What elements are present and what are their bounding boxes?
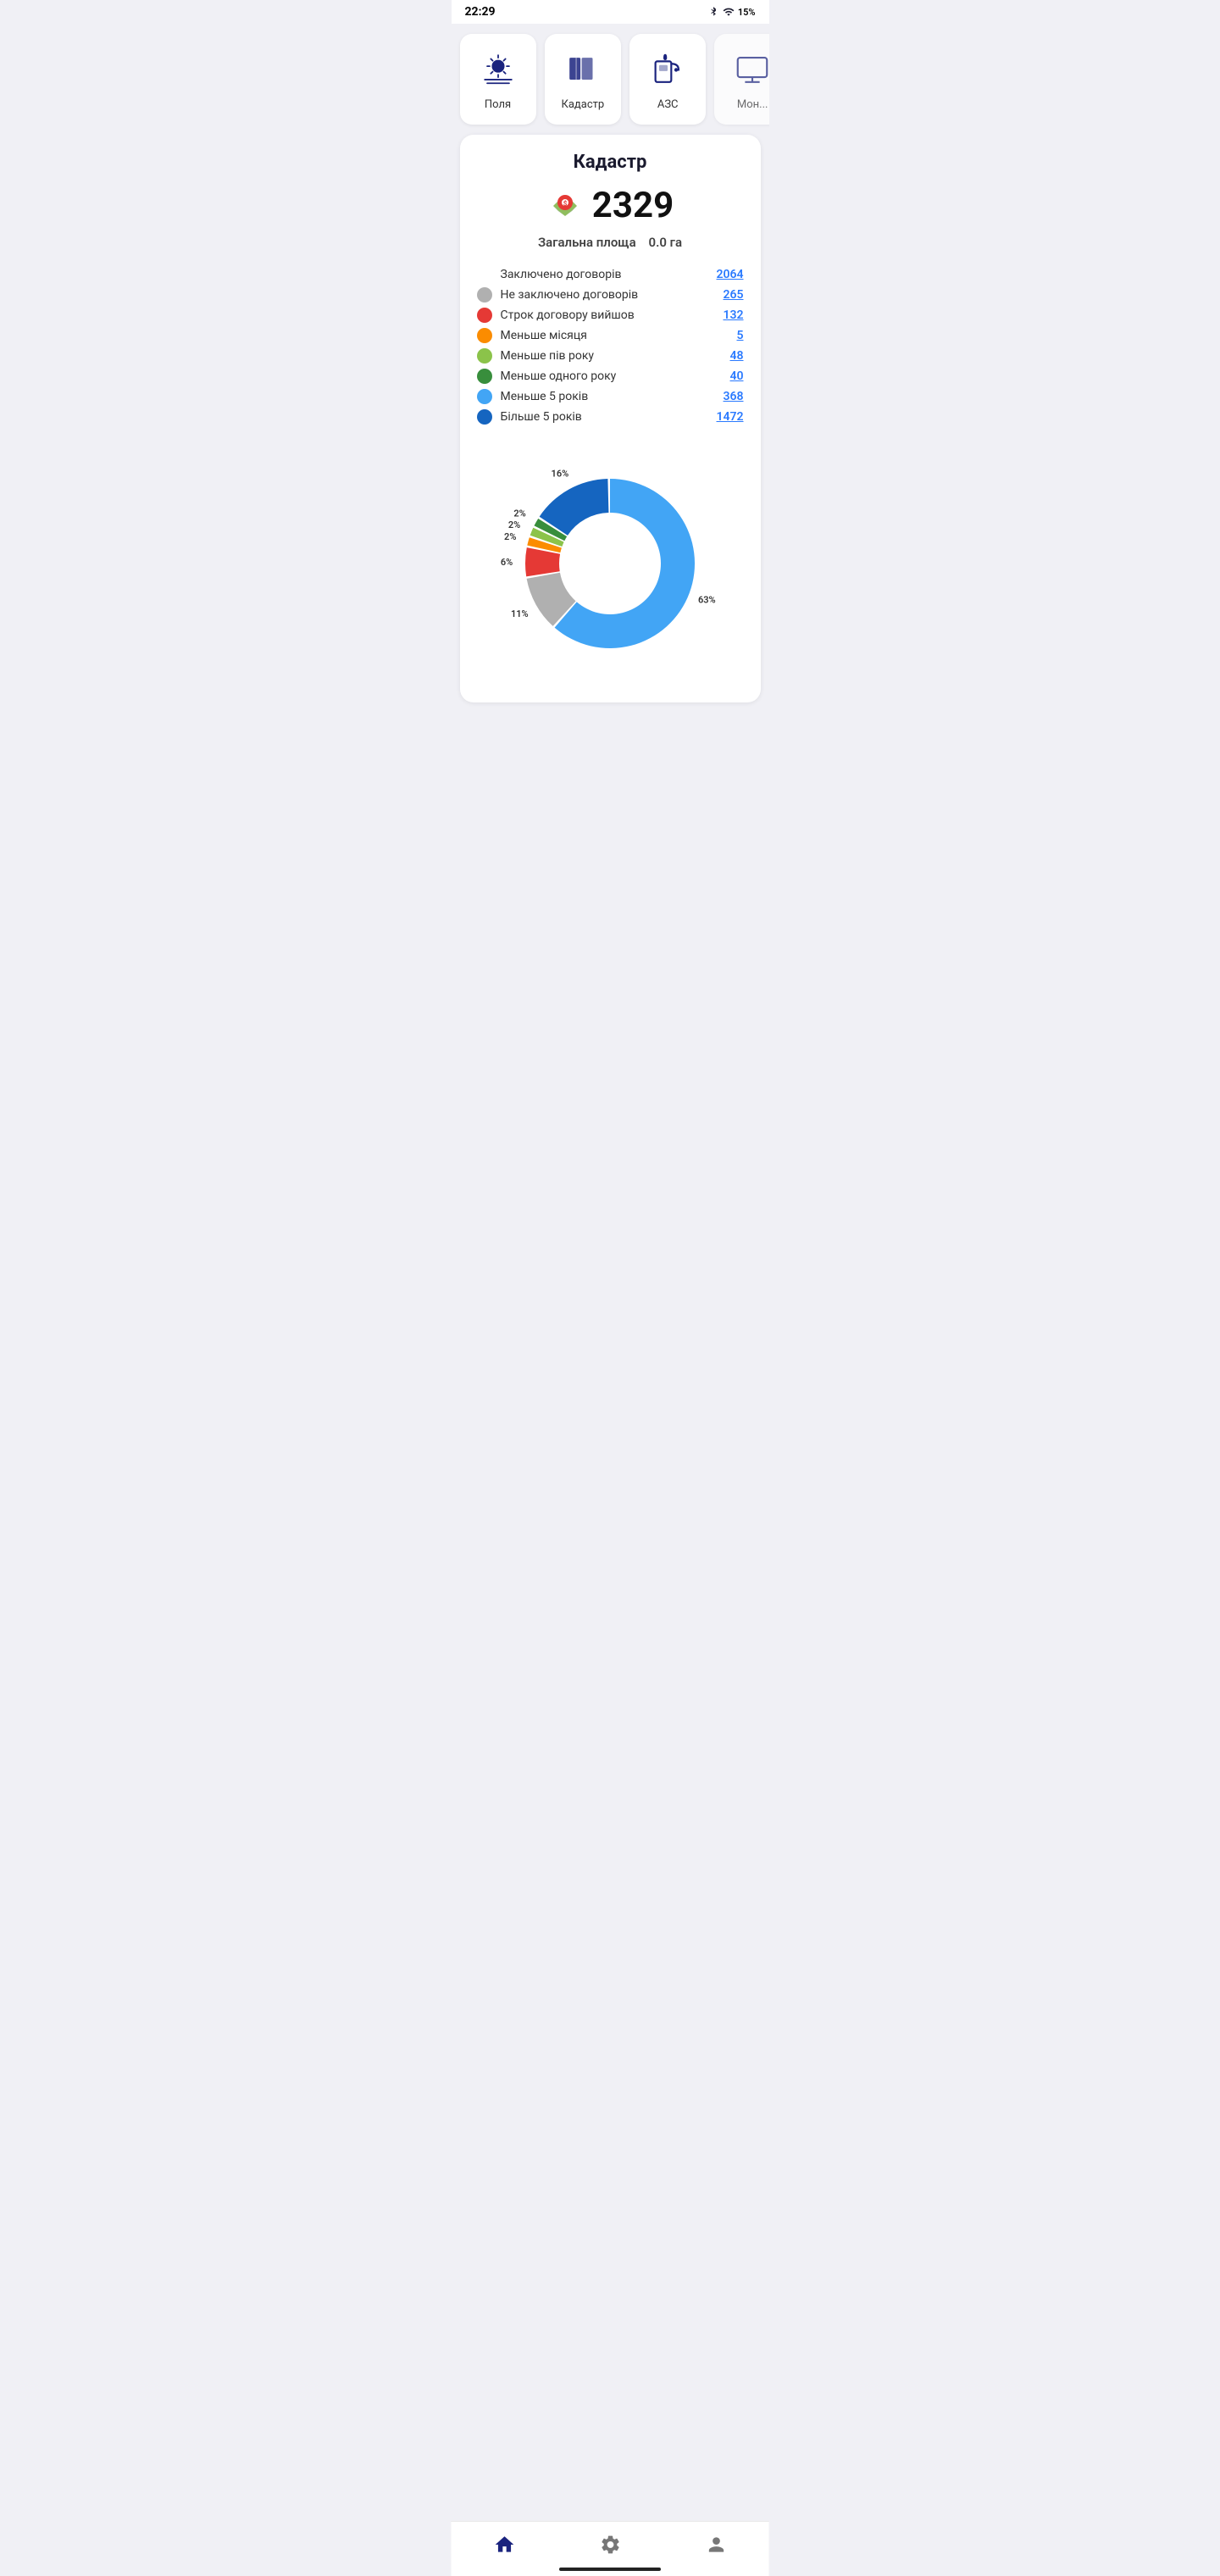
- status-icons: 15%: [707, 6, 756, 18]
- stat-value-more-5years[interactable]: 1472: [717, 410, 744, 424]
- main-card: Кадастр $ 2329 Загальна площа 0.0 га: [460, 135, 761, 702]
- stat-value-less-month[interactable]: 5: [737, 329, 744, 342]
- nav-cards-row: Поля Кадастр АЗС: [452, 24, 769, 135]
- nav-home[interactable]: [476, 2530, 532, 2559]
- total-area-row: Загальна площа 0.0 га: [474, 235, 747, 250]
- svg-text:6%: 6%: [501, 557, 513, 568]
- profile-icon: [705, 2534, 727, 2556]
- signal-icon: [723, 6, 735, 18]
- fields-label: Поля: [485, 98, 511, 111]
- gas-icon: [646, 47, 689, 90]
- stat-row-expired: Строк договору вийшов 132: [477, 308, 744, 323]
- nav-settings[interactable]: [582, 2530, 638, 2559]
- home-icon: [493, 2534, 515, 2556]
- main-count-value: 2329: [592, 185, 674, 226]
- stat-dot-concluded: [477, 267, 492, 282]
- stat-dot-less-year: [477, 369, 492, 384]
- cadastre-label: Кадастр: [562, 98, 605, 111]
- stat-row-less-month: Меньше місяця 5: [477, 328, 744, 343]
- status-bar: 22:29 15%: [452, 0, 769, 24]
- stat-row-not-concluded: Не заключено договорів 265: [477, 287, 744, 303]
- svg-text:2%: 2%: [504, 531, 516, 542]
- stat-label-more-5years: Більше 5 років: [501, 410, 708, 424]
- battery-text: 15%: [738, 7, 756, 18]
- donut-chart: 63%11%6%2%2%2%16%: [474, 445, 747, 682]
- svg-text:$: $: [563, 200, 568, 208]
- total-area-label: Загальна площа: [538, 235, 636, 250]
- settings-icon: [599, 2534, 621, 2556]
- svg-text:11%: 11%: [511, 608, 529, 619]
- home-indicator: [559, 2568, 661, 2571]
- stats-list: Заключено договорів 2064 Не заключено до…: [474, 267, 747, 425]
- stat-row-concluded: Заключено договорів 2064: [477, 267, 744, 282]
- status-time: 22:29: [465, 5, 496, 19]
- bluetooth-icon: [707, 6, 719, 18]
- stat-row-less-halfyear: Меньше пів року 48: [477, 348, 744, 364]
- cadastre-icon: [562, 47, 604, 90]
- nav-card-gas[interactable]: АЗС: [629, 34, 706, 125]
- stat-label-less-halfyear: Меньше пів року: [501, 349, 722, 363]
- nav-card-fields[interactable]: Поля: [460, 34, 536, 125]
- stat-dot-not-concluded: [477, 287, 492, 303]
- stat-label-less-5years: Меньше 5 років: [501, 390, 715, 403]
- stat-value-not-concluded[interactable]: 265: [724, 288, 744, 302]
- stat-dot-less-5years: [477, 389, 492, 404]
- stat-label-not-concluded: Не заключено договорів: [501, 288, 715, 302]
- stat-value-less-halfyear[interactable]: 48: [730, 349, 744, 363]
- nav-card-monitor[interactable]: Мон...: [714, 34, 768, 125]
- stat-value-concluded[interactable]: 2064: [717, 268, 744, 281]
- svg-text:63%: 63%: [698, 595, 716, 606]
- svg-text:16%: 16%: [552, 468, 569, 479]
- stat-value-expired[interactable]: 132: [724, 308, 744, 322]
- map-pin-icon: $: [546, 187, 584, 225]
- svg-text:2%: 2%: [513, 508, 525, 519]
- stat-label-less-year: Меньше одного року: [501, 369, 722, 383]
- donut-chart-svg: 63%11%6%2%2%2%16%: [491, 445, 729, 682]
- card-title: Кадастр: [474, 152, 747, 173]
- stat-dot-more-5years: [477, 409, 492, 425]
- stat-dot-expired: [477, 308, 492, 323]
- stat-value-less-5years[interactable]: 368: [724, 390, 744, 403]
- svg-text:2%: 2%: [508, 519, 520, 530]
- stat-label-concluded: Заключено договорів: [501, 268, 708, 281]
- nav-profile[interactable]: [688, 2530, 744, 2559]
- count-row: $ 2329: [474, 185, 747, 226]
- stat-dot-less-halfyear: [477, 348, 492, 364]
- gas-label: АЗС: [657, 98, 679, 111]
- stat-row-less-year: Меньше одного року 40: [477, 369, 744, 384]
- stat-label-less-month: Меньше місяця: [501, 329, 729, 342]
- stat-label-expired: Строк договору вийшов: [501, 308, 715, 322]
- stat-value-less-year[interactable]: 40: [730, 369, 744, 383]
- stat-row-less-5years: Меньше 5 років 368: [477, 389, 744, 404]
- stat-dot-less-month: [477, 328, 492, 343]
- fields-icon: [477, 47, 519, 90]
- nav-card-cadastre[interactable]: Кадастр: [545, 34, 622, 125]
- stat-row-more-5years: Більше 5 років 1472: [477, 409, 744, 425]
- monitor-label: Мон...: [737, 98, 768, 111]
- monitor-icon: [731, 47, 768, 90]
- total-area-value: 0.0 га: [649, 235, 682, 250]
